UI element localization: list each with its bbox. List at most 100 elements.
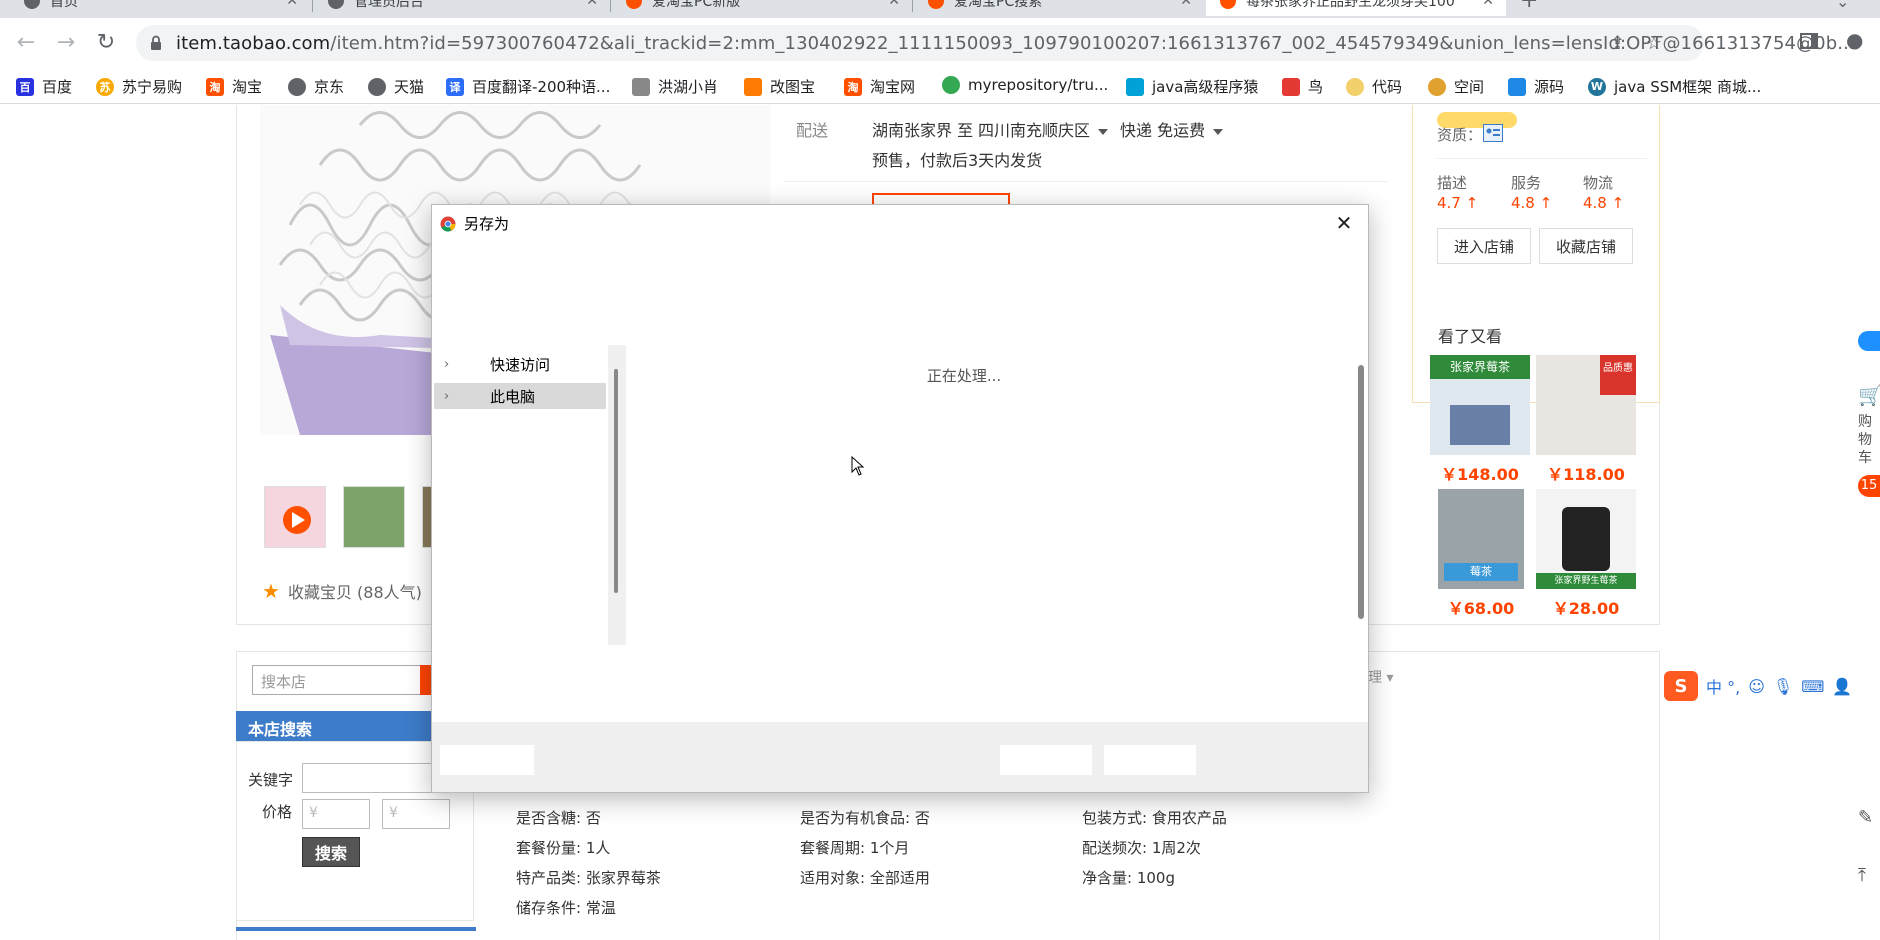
recommendation-price: ￥28.00: [1552, 599, 1620, 618]
chevron-right-icon[interactable]: ›: [444, 357, 460, 372]
tab-admin[interactable]: 管理员后台 ✕: [314, 0, 610, 16]
favorite-count: 收藏宝贝 (88人气): [287, 583, 422, 602]
delivery-label: 配送: [796, 121, 829, 140]
back-to-top-icon[interactable]: ⤒: [1858, 865, 1866, 886]
keyboard-icon[interactable]: ⌨: [1801, 677, 1824, 696]
bookmark-label: 天猫: [394, 78, 425, 96]
favorite-shop-button[interactable]: 收藏店铺: [1539, 228, 1633, 264]
cart-label[interactable]: 购 物 车: [1858, 413, 1872, 467]
price-max-input[interactable]: ¥: [382, 799, 450, 829]
shop-search-input[interactable]: 搜本店: [252, 665, 428, 695]
bookmark-honghu[interactable]: 洪湖小肖: [632, 76, 718, 97]
delivery-express-select[interactable]: 快递 免运费: [1120, 117, 1224, 141]
rating-description-label: 描述: [1437, 174, 1468, 192]
lion-icon: 苏: [96, 77, 114, 96]
user-icon[interactable]: 👤: [1832, 677, 1852, 696]
nav-item-label: 此电脑: [490, 387, 536, 406]
favorite-item-link[interactable]: ★ 收藏宝贝 (88人气): [262, 579, 422, 603]
address-bar[interactable]: item.taobao.com/item.htm?id=597300760472…: [136, 25, 1855, 61]
delivery-destination-select[interactable]: 四川南充顺庆区: [978, 117, 1109, 141]
lock-icon: [151, 35, 161, 50]
chevron-right-icon[interactable]: ›: [444, 389, 460, 404]
bookmark-daima[interactable]: 代码: [1346, 76, 1402, 97]
side-panel-icon[interactable]: [1800, 32, 1818, 50]
reload-icon[interactable]: ↻: [92, 30, 120, 58]
nav-item-quick-access[interactable]: › 快速访问: [434, 351, 606, 377]
save-as-dialog: 另存为 ✕ › 快速访问 › 此电脑 正在处理...: [431, 204, 1369, 793]
close-icon[interactable]: ✕: [1180, 0, 1192, 9]
bookmark-jd[interactable]: 京东: [288, 76, 344, 97]
nav-pane-scrollbar[interactable]: [608, 345, 626, 645]
chevron-down-icon[interactable]: 理 ▾: [1368, 667, 1393, 687]
share-icon[interactable]: ⇪: [1610, 33, 1625, 54]
recommendation-item[interactable]: 张家界莓茶 ￥148.00: [1430, 355, 1530, 485]
bookmark-label: 淘宝: [232, 78, 263, 96]
taobao-icon: 淘: [844, 77, 862, 96]
delivery-origin: 湖南张家界 至: [872, 121, 974, 140]
bookmark-label: 源码: [1534, 78, 1565, 96]
tab-aitaobao-search[interactable]: 爱淘宝PC搜索 ✕: [914, 0, 1204, 16]
attribute-item: 净含量: 100g: [1082, 869, 1175, 887]
bookmark-label: 空间: [1454, 78, 1485, 96]
bookmark-gaitubao[interactable]: 改图宝: [744, 76, 815, 97]
bookmark-myrepository[interactable]: myrepository/tru...: [942, 76, 1108, 94]
browser-toolbar: ← → ↻ item.taobao.com/item.htm?id=597300…: [0, 18, 1880, 68]
bookmark-tmall[interactable]: 天猫: [368, 76, 424, 97]
bookmark-baidu-translate[interactable]: 译百度翻译-200种语...: [446, 76, 610, 97]
edit-icon[interactable]: ✎: [1858, 807, 1873, 828]
tab-label: 爱淘宝PC搜索: [954, 0, 1043, 10]
url-host: item.taobao.com: [176, 33, 331, 54]
ime-toolbar[interactable]: S 中 °, ☺ 🎙 ⌨ 👤: [1664, 671, 1852, 701]
close-icon[interactable]: ✕: [1482, 0, 1494, 9]
scrollbar-thumb[interactable]: [614, 369, 618, 593]
bookmark-java-ssm[interactable]: Wjava SSM框架 商城...: [1588, 76, 1761, 97]
tab-search-icon[interactable]: ⌄: [1836, 0, 1849, 11]
globe-icon: [328, 0, 344, 9]
bookmark-taobaowang[interactable]: 淘淘宝网: [844, 76, 915, 97]
cart-icon[interactable]: 🛒: [1858, 383, 1880, 407]
chat-icon[interactable]: [1858, 331, 1880, 351]
new-tab-icon[interactable]: +: [1520, 0, 1538, 13]
keyword-label: 关键字: [248, 771, 294, 789]
thumbnail-video[interactable]: [264, 486, 326, 548]
back-icon[interactable]: ←: [12, 30, 40, 58]
license-icon[interactable]: [1483, 124, 1503, 142]
emoji-icon[interactable]: ☺: [1748, 677, 1765, 696]
recommendation-image-caption: 张家界野生莓茶: [1536, 573, 1636, 589]
bookmark-kongjian[interactable]: 空间: [1428, 76, 1484, 97]
moon-icon: [1346, 77, 1364, 96]
bookmark-suning[interactable]: 苏苏宁易购: [96, 76, 182, 97]
save-button[interactable]: [1000, 745, 1092, 775]
recommendation-item[interactable]: 莓茶 ￥68.00: [1438, 489, 1524, 619]
hide-folders-button[interactable]: [440, 745, 534, 775]
recommendation-image: 张家界野生莓茶: [1536, 489, 1636, 589]
microphone-icon[interactable]: 🎙: [1773, 677, 1793, 696]
recommendation-price: ￥148.00: [1441, 465, 1519, 484]
bookmark-label: 苏宁易购: [122, 78, 183, 96]
thumbnail-image[interactable]: [343, 486, 405, 548]
search-button[interactable]: 搜索: [302, 837, 360, 867]
taobao-icon: [626, 0, 642, 9]
enter-shop-button[interactable]: 进入店铺: [1437, 228, 1531, 264]
price-min-input[interactable]: ¥: [302, 799, 370, 829]
close-icon[interactable]: ✕: [586, 0, 598, 9]
recommendation-item[interactable]: 品质惠 ￥118.00: [1536, 355, 1636, 485]
cancel-button[interactable]: [1104, 745, 1196, 775]
bookmark-baidu[interactable]: 百百度: [16, 76, 72, 97]
tab-meicha-active[interactable]: 莓茶张家界正品野生龙须芽尖100 ✕: [1206, 0, 1506, 16]
close-icon[interactable]: ✕: [286, 0, 298, 9]
bookmark-taobao[interactable]: 淘淘宝: [206, 76, 262, 97]
bookmark-java[interactable]: java高级程序猿: [1126, 76, 1258, 97]
profile-icon[interactable]: ●: [1846, 28, 1863, 52]
close-icon[interactable]: ✕: [888, 0, 900, 9]
bookmark-niao[interactable]: 鸟: [1282, 76, 1323, 97]
bookmark-star-icon[interactable]: ☆: [1646, 33, 1662, 54]
dialog-close-button[interactable]: ✕: [1330, 209, 1358, 237]
tab-home[interactable]: 首页 ✕: [10, 0, 310, 16]
nav-item-this-pc[interactable]: › 此电脑: [434, 383, 606, 409]
content-scrollbar[interactable]: [1358, 365, 1364, 619]
forward-icon[interactable]: →: [52, 30, 80, 58]
tab-aitaobao-new[interactable]: 爱淘宝PC新版 ✕: [612, 0, 912, 16]
bookmark-yuanma[interactable]: 源码: [1508, 76, 1564, 97]
recommendation-item[interactable]: 张家界野生莓茶 ￥28.00: [1536, 489, 1636, 619]
